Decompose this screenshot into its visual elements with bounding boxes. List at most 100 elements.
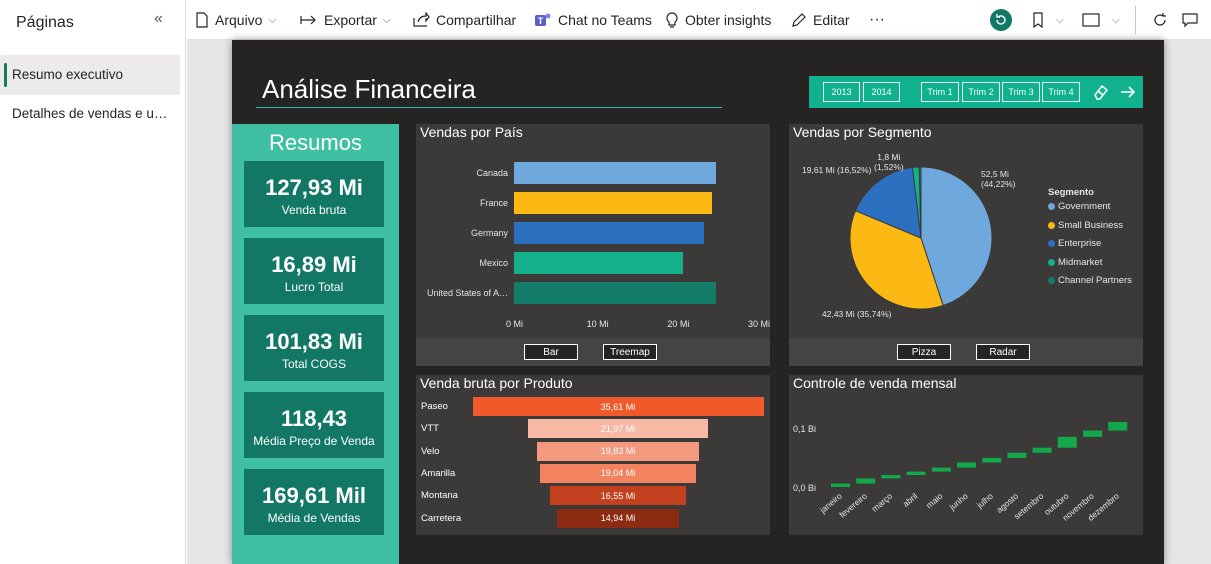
legend-item[interactable]: Small Business [1048, 220, 1123, 231]
panel-title: Controle de venda mensal [793, 375, 957, 391]
country-sales-panel [416, 124, 770, 366]
waterfall-bar[interactable] [1007, 452, 1027, 458]
funnel-category-label: Montana [421, 490, 458, 502]
collapse-sidebar-icon[interactable]: « [154, 10, 163, 28]
file-label: Arquivo [215, 12, 263, 28]
slicer-quarter-1[interactable]: Trim 1 [921, 82, 959, 102]
funnel-bar[interactable]: 14,94 Mi [556, 508, 680, 528]
funnel-bar[interactable]: 21,97 Mi [528, 419, 708, 439]
country-bar[interactable] [514, 252, 684, 274]
legend-label: Channel Partners [1058, 275, 1132, 286]
sidebar-item-detalhes-vendas[interactable]: Detalhes de vendas e u… [0, 94, 180, 134]
waterfall-bar[interactable] [906, 471, 926, 476]
funnel-category-label: VTT [421, 423, 439, 435]
funnel-bar[interactable]: 19,83 Mi [536, 441, 700, 461]
legend-marker [1048, 258, 1055, 266]
pie-view-button[interactable]: Pizza [897, 344, 951, 360]
slicer-quarter-4[interactable]: Trim 4 [1042, 82, 1080, 102]
x-tick-label: 0 Mi [506, 319, 524, 329]
radar-view-button[interactable]: Radar [976, 344, 1030, 360]
waterfall-bar[interactable] [1057, 436, 1077, 448]
legend-marker [1048, 203, 1055, 210]
legend-item[interactable]: Government [1048, 201, 1110, 212]
file-menu-button[interactable]: Arquivo ⌵ [195, 0, 276, 40]
waterfall-bar[interactable] [1083, 430, 1102, 437]
pencil-icon [792, 13, 806, 27]
bookmark-button[interactable]: ⌵ [1032, 0, 1064, 40]
file-icon [196, 12, 208, 28]
waterfall-bar[interactable] [957, 462, 976, 468]
slicer-quarter-3[interactable]: Trim 3 [1002, 82, 1040, 102]
legend-item[interactable]: Midmarket [1048, 257, 1102, 268]
legend-marker [1048, 221, 1055, 229]
panel-title: Vendas por País [420, 124, 523, 140]
insights-label: Obter insights [685, 12, 772, 28]
panel-title: Venda bruta por Produto [420, 375, 573, 391]
edit-label: Editar [813, 12, 850, 28]
legend-item[interactable]: Enterprise [1048, 238, 1101, 249]
slicer-quarter-2[interactable]: Trim 2 [962, 82, 1000, 102]
comment-button[interactable] [1182, 0, 1204, 40]
kpi-card-media-vendas: 169,61 Mil Média de Vendas [244, 469, 384, 535]
country-button-row [416, 338, 770, 366]
kpi-label: Média de Vendas [267, 511, 361, 525]
more-options-button[interactable]: ··· [869, 0, 885, 40]
view-button[interactable]: ⌵ [1082, 0, 1120, 40]
waterfall-bar[interactable] [881, 475, 901, 479]
reset-icon [990, 9, 1012, 31]
legend-item[interactable]: Channel Partners [1048, 275, 1132, 286]
waterfall-bar[interactable] [831, 483, 850, 487]
share-button[interactable]: Compartilhar [412, 0, 516, 40]
report-toolbar: Arquivo ⌵ Exportar ⌵ Compartilhar T Chat n… [187, 0, 1211, 40]
bar-category-label: Germany [470, 228, 508, 238]
kpi-label: Venda bruta [281, 203, 347, 217]
funnel-bar[interactable]: 19,04 Mi [540, 463, 696, 483]
reset-button[interactable] [990, 0, 1018, 40]
bar-category-label: France [479, 198, 508, 208]
sidebar-item-resumo-executivo[interactable]: Resumo executivo [0, 55, 180, 95]
pie-label-midmarket: 1,8 Mi (1,52%) [874, 152, 904, 172]
kpi-card-lucro-total: 16,89 Mi Lucro Total [244, 238, 384, 304]
teams-chat-button[interactable]: T Chat no Teams [534, 0, 652, 40]
kpi-card-media-preco: 118,43 Média Preço de Venda [244, 392, 384, 458]
slicer-year-2014[interactable]: 2014 [863, 82, 900, 102]
funnel-value-label: 19,83 Mi [600, 446, 636, 457]
view-icon [1082, 13, 1100, 27]
funnel-category-label: Paseo [421, 401, 448, 412]
legend-title: Segmento [1048, 187, 1094, 198]
country-bar[interactable] [514, 222, 704, 244]
treemap-view-button[interactable]: Treemap [603, 344, 657, 360]
comment-icon [1182, 13, 1198, 28]
waterfall-bar[interactable] [1032, 447, 1052, 453]
bar-view-button[interactable]: Bar [524, 344, 578, 360]
panel-title: Vendas por Segmento [793, 124, 932, 140]
country-bar[interactable] [514, 192, 712, 214]
eraser-icon[interactable] [1092, 83, 1110, 101]
kpi-card-total-cogs: 101,83 Mi Total COGS [244, 315, 384, 381]
funnel-bar[interactable]: 16,55 Mi [550, 486, 686, 506]
country-bar[interactable] [514, 162, 716, 184]
waterfall-bar[interactable] [856, 478, 876, 484]
legend-marker [1048, 277, 1055, 284]
export-menu-button[interactable]: Exportar ⌵ [300, 0, 391, 40]
waterfall-bar[interactable] [1108, 422, 1128, 431]
arrow-right-icon[interactable] [1119, 83, 1137, 101]
bookmark-icon [1033, 12, 1043, 28]
pages-sidebar: Páginas « Resumo executivo Detalhes de v… [0, 0, 186, 564]
bar-category-label: Mexico [479, 258, 508, 268]
bar-category-label: United States of A… [426, 288, 508, 298]
share-label: Compartilhar [436, 12, 517, 28]
slicer-year-2013[interactable]: 2013 [823, 82, 860, 102]
country-bar[interactable] [514, 282, 717, 304]
kpi-label: Lucro Total [284, 280, 344, 294]
export-icon [300, 15, 316, 25]
funnel-bar[interactable]: 35,61 Mi [472, 397, 764, 416]
title-underline [256, 107, 722, 108]
edit-button[interactable]: Editar [791, 0, 850, 40]
waterfall-bar[interactable] [931, 467, 951, 472]
insights-button[interactable]: Obter insights [665, 0, 771, 40]
teams-label: Chat no Teams [558, 12, 652, 28]
teams-icon: T [535, 13, 551, 26]
refresh-button[interactable] [1152, 0, 1174, 40]
waterfall-bar[interactable] [982, 457, 1002, 463]
